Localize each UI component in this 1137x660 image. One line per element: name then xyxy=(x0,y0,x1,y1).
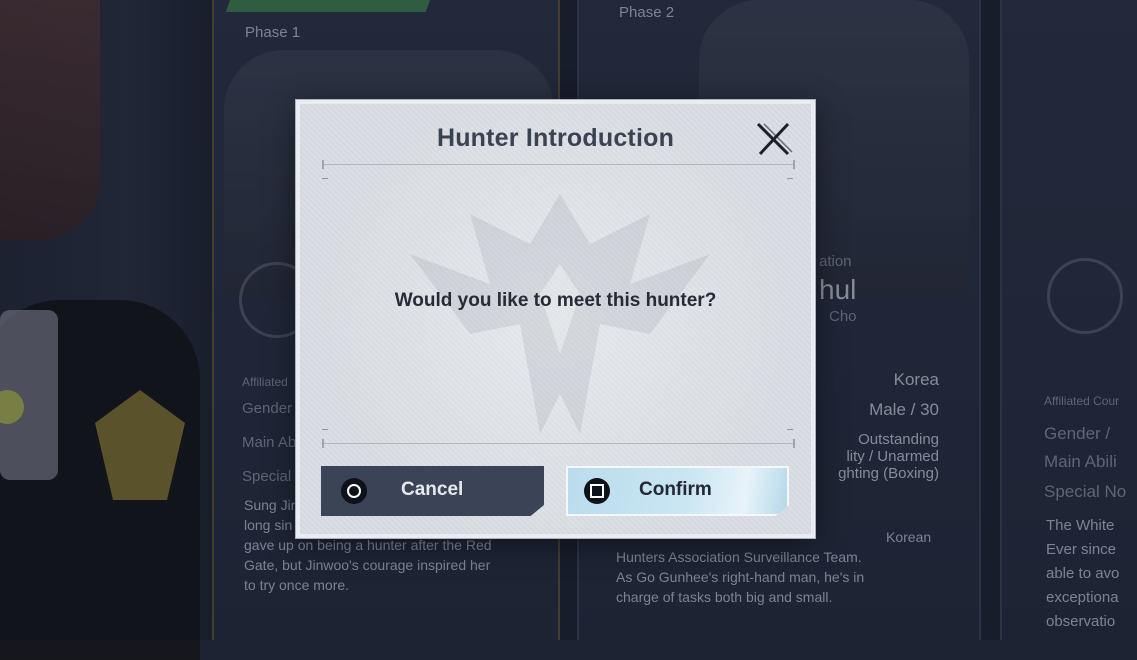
dialog-title: Hunter Introduction xyxy=(436,124,675,152)
cancel-button[interactable]: Cancel xyxy=(321,466,544,516)
close-button[interactable] xyxy=(754,120,794,158)
close-x-icon xyxy=(756,122,793,156)
circle-button-icon xyxy=(341,478,367,504)
corner-mark xyxy=(322,429,328,430)
association-crest-icon xyxy=(410,194,710,434)
confirm-button-label: Confirm xyxy=(639,479,712,500)
corner-mark xyxy=(787,429,793,430)
dialog-message: Would you like to meet this hunter? xyxy=(394,290,717,311)
hunter-introduction-dialog: Hunter Introduction Would you like to me… xyxy=(296,100,815,538)
bottom-divider xyxy=(322,439,795,448)
cancel-button-label: Cancel xyxy=(401,479,464,500)
confirm-button[interactable]: Confirm xyxy=(566,466,789,516)
top-divider xyxy=(322,160,795,169)
corner-mark xyxy=(787,178,793,179)
corner-mark xyxy=(322,178,328,179)
square-button-icon xyxy=(584,478,610,504)
